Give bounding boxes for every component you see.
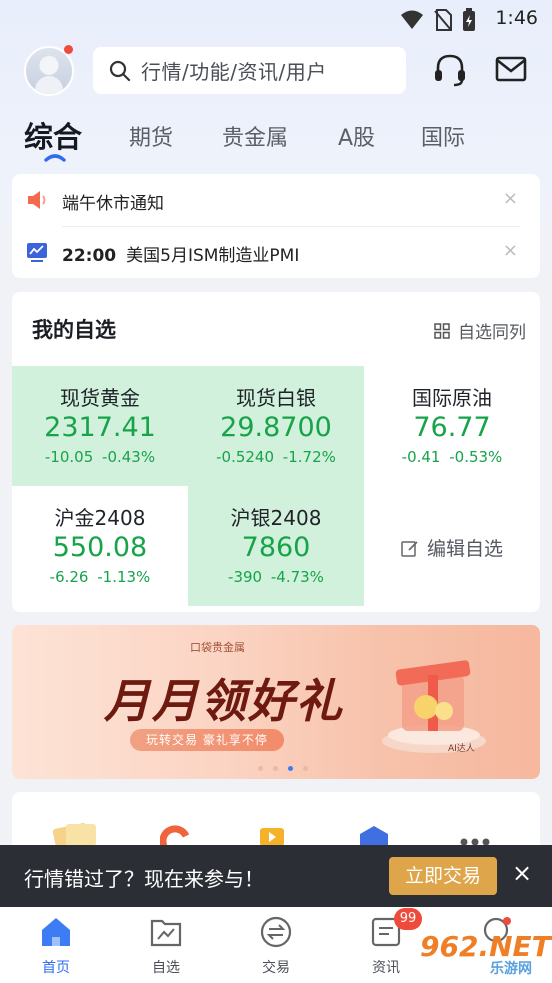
nav-trade[interactable]: 交易 — [236, 915, 316, 977]
watchlist-grid: 现货黄金 2317.41 -10.05 -0.43% 现货白银 29.8700 … — [12, 366, 540, 606]
instrument-change: -0.41 -0.53% — [401, 448, 503, 466]
mail-icon[interactable] — [494, 52, 528, 86]
carousel-dots — [258, 766, 308, 771]
watchlist-item[interactable]: 沪银2408 7860 -390 -4.73% — [188, 486, 364, 606]
instrument-price: 76.77 — [413, 412, 491, 443]
instrument-price: 550.08 — [52, 532, 148, 563]
wifi-icon — [401, 10, 423, 29]
trade-toast: 行情错过了？现在来参与！ 立即交易 × — [0, 845, 552, 907]
banner-subtitle: 玩转交易 豪礼享不停 — [130, 729, 284, 751]
trade-now-button[interactable]: 立即交易 — [389, 857, 497, 895]
notice-text: 22:00 美国5月ISM制造业PMI — [62, 246, 300, 266]
watchlist-item[interactable]: 沪金2408 550.08 -6.26 -1.13% — [12, 486, 188, 606]
notice-text: 端午休市通知 — [62, 194, 164, 214]
tab-futures[interactable]: 期货 — [129, 120, 173, 152]
search-placeholder: 行情/功能/资讯/用户 — [141, 60, 327, 84]
banner-tag: AI达人 — [448, 744, 475, 754]
instrument-change: -0.5240 -1.72% — [216, 448, 336, 466]
instrument-price: 2317.41 — [44, 412, 156, 443]
instrument-name: 现货黄金 — [60, 386, 140, 410]
promo-banner[interactable]: 口袋贵金属 月月领好礼 玩转交易 豪礼享不停 AI达人 — [12, 625, 540, 779]
no-sim-icon — [434, 9, 452, 31]
coupon-icon[interactable] — [50, 820, 100, 846]
instrument-name: 国际原油 — [412, 386, 492, 410]
nav-home[interactable]: 首页 — [16, 915, 96, 977]
instrument-name: 现货白银 — [236, 386, 316, 410]
instrument-change: -390 -4.73% — [228, 568, 324, 586]
nav-watchlist[interactable]: 自选 — [126, 915, 206, 977]
watchlist-card: 我的自选 自选同列 现货黄金 2317.41 -10.05 -0.43% 现货白… — [12, 292, 540, 612]
tab-comprehensive[interactable]: 综合 — [24, 114, 82, 156]
instrument-name: 沪银2408 — [230, 506, 322, 530]
tab-international[interactable]: 国际 — [421, 120, 465, 152]
banner-headline: 月月领好礼 — [104, 674, 344, 728]
edit-watchlist-button[interactable]: 编辑自选 — [364, 486, 540, 606]
tab-precious-metals[interactable]: 贵金属 — [222, 120, 288, 152]
notice-card: 端午休市通知 × 22:00 美国5月ISM制造业PMI × — [12, 174, 540, 278]
edit-icon — [401, 540, 418, 557]
watchlist-item[interactable]: 国际原油 76.77 -0.41 -0.53% — [364, 366, 540, 486]
close-icon[interactable]: × — [503, 188, 518, 209]
shield-icon[interactable] — [358, 824, 390, 846]
edit-watchlist: 编辑自选 — [364, 534, 540, 561]
instrument-change: -10.05 -0.43% — [44, 448, 156, 466]
close-icon[interactable]: × — [512, 859, 532, 887]
status-bar: 1:46 — [0, 0, 552, 38]
watchlist-icon — [150, 919, 182, 947]
search-icon — [109, 60, 131, 81]
banner-brand: 口袋贵金属 — [190, 641, 245, 654]
instrument-price: 29.8700 — [220, 412, 332, 443]
watchlist-title: 我的自选 — [32, 318, 116, 342]
gift-box-icon — [382, 660, 486, 753]
speaker-icon — [28, 191, 46, 209]
notice-item[interactable]: 端午休市通知 × — [12, 174, 540, 226]
chart-icon[interactable] — [160, 824, 190, 846]
tab-a-shares[interactable]: A股 — [338, 120, 375, 152]
watchlist-item[interactable]: 现货白银 29.8700 -0.5240 -1.72% — [188, 366, 364, 486]
news-badge: 99 — [394, 908, 422, 930]
instrument-change: -6.26 -1.13% — [49, 568, 151, 586]
status-time: 1:46 — [495, 7, 538, 29]
chart-trend-icon — [27, 243, 47, 262]
tab-active-indicator — [44, 154, 66, 162]
instrument-price: 7860 — [241, 532, 311, 563]
headset-icon[interactable] — [432, 52, 468, 88]
notice-time: 22:00 — [62, 246, 117, 266]
notice-item[interactable]: 22:00 美国5月ISM制造业PMI × — [12, 226, 540, 278]
trade-icon — [260, 916, 292, 948]
video-icon[interactable] — [258, 826, 286, 846]
battery-icon — [463, 8, 475, 31]
instrument-name: 沪金2408 — [54, 506, 146, 530]
watermark-logo: 962.NET 乐游网 — [420, 930, 551, 977]
home-icon — [42, 918, 70, 946]
category-tabs: 综合 期货 贵金属 A股 国际 — [24, 112, 552, 168]
watchlist-item[interactable]: 现货黄金 2317.41 -10.05 -0.43% — [12, 366, 188, 486]
status-icons — [400, 8, 476, 32]
grid-icon — [434, 322, 450, 339]
toast-text: 行情错过了？现在来参与！ — [24, 867, 264, 891]
notification-dot — [64, 45, 73, 54]
close-icon[interactable]: × — [503, 240, 518, 261]
sync-list-button[interactable]: 自选同列 — [434, 318, 526, 343]
search-input[interactable]: 行情/功能/资讯/用户 — [93, 47, 406, 94]
